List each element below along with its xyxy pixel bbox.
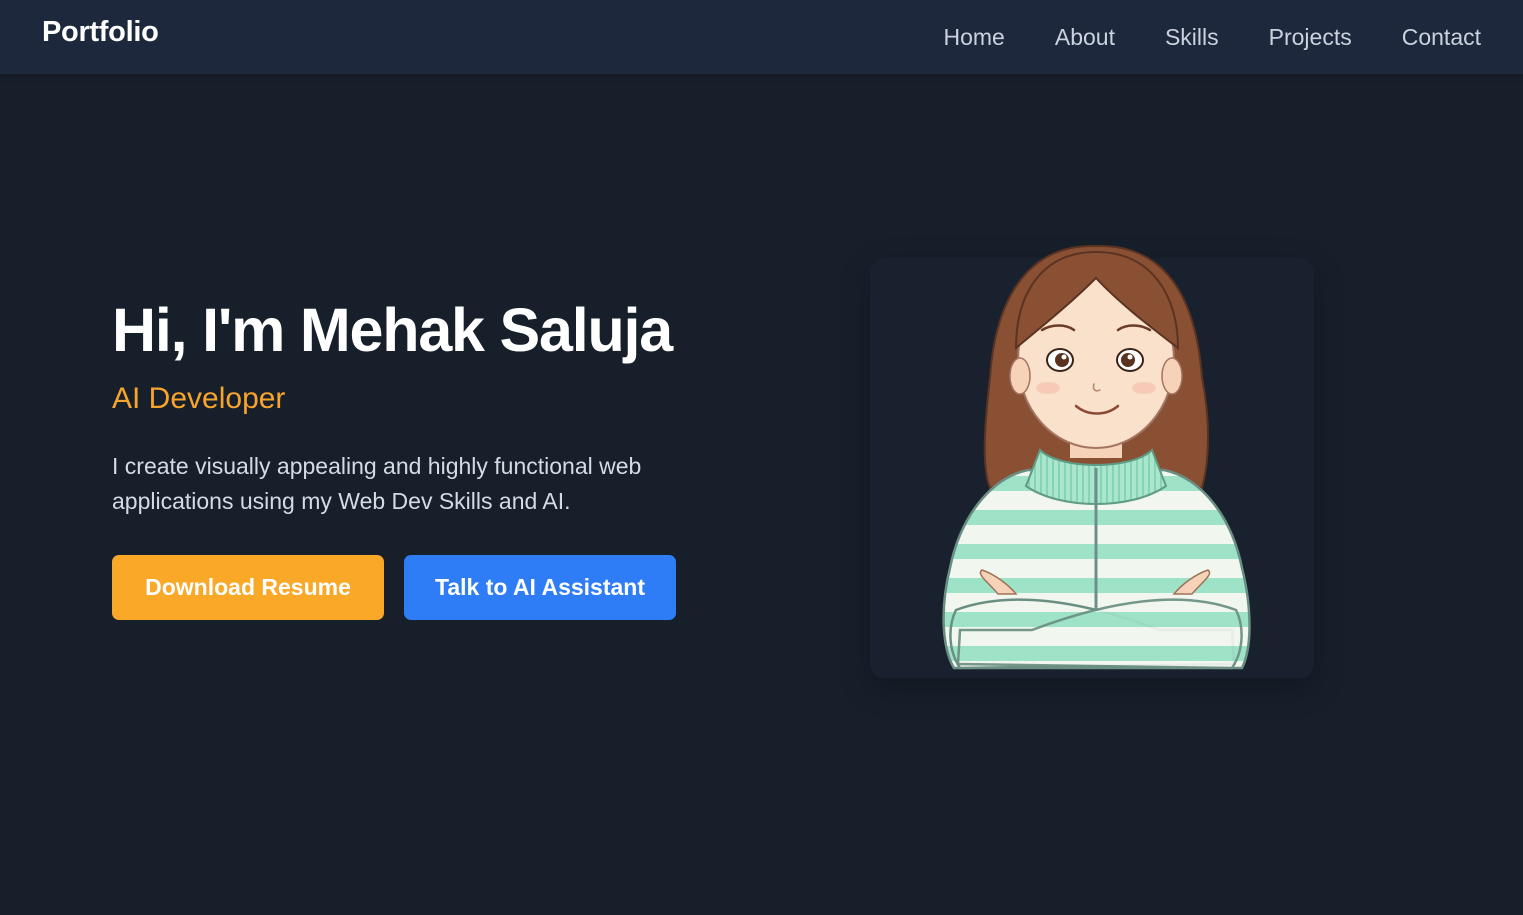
nav-links: Home About Skills Projects Contact bbox=[944, 0, 1482, 74]
hero-buttons: Download Resume Talk to AI Assistant bbox=[112, 555, 792, 620]
nav-link-about[interactable]: About bbox=[1055, 24, 1115, 51]
avatar-illustration bbox=[942, 244, 1251, 670]
navbar: Portfolio Home About Skills Projects Con… bbox=[0, 0, 1523, 74]
hero-description: I create visually appealing and highly f… bbox=[112, 453, 642, 514]
nav-link-home[interactable]: Home bbox=[944, 24, 1005, 51]
nav-link-projects[interactable]: Projects bbox=[1269, 24, 1352, 51]
download-resume-button[interactable]: Download Resume bbox=[112, 555, 384, 620]
brand-logo[interactable]: Portfolio bbox=[42, 16, 159, 49]
nav-link-skills[interactable]: Skills bbox=[1165, 24, 1219, 51]
talk-to-ai-assistant-button[interactable]: Talk to AI Assistant bbox=[404, 555, 676, 620]
hero-section: Hi, I'm Mehak Saluja AI Developer I crea… bbox=[112, 292, 792, 620]
nav-link-contact[interactable]: Contact bbox=[1402, 24, 1481, 51]
hero-role: AI Developer bbox=[112, 382, 286, 415]
hero-title: Hi, I'm Mehak Saluja bbox=[112, 296, 673, 364]
